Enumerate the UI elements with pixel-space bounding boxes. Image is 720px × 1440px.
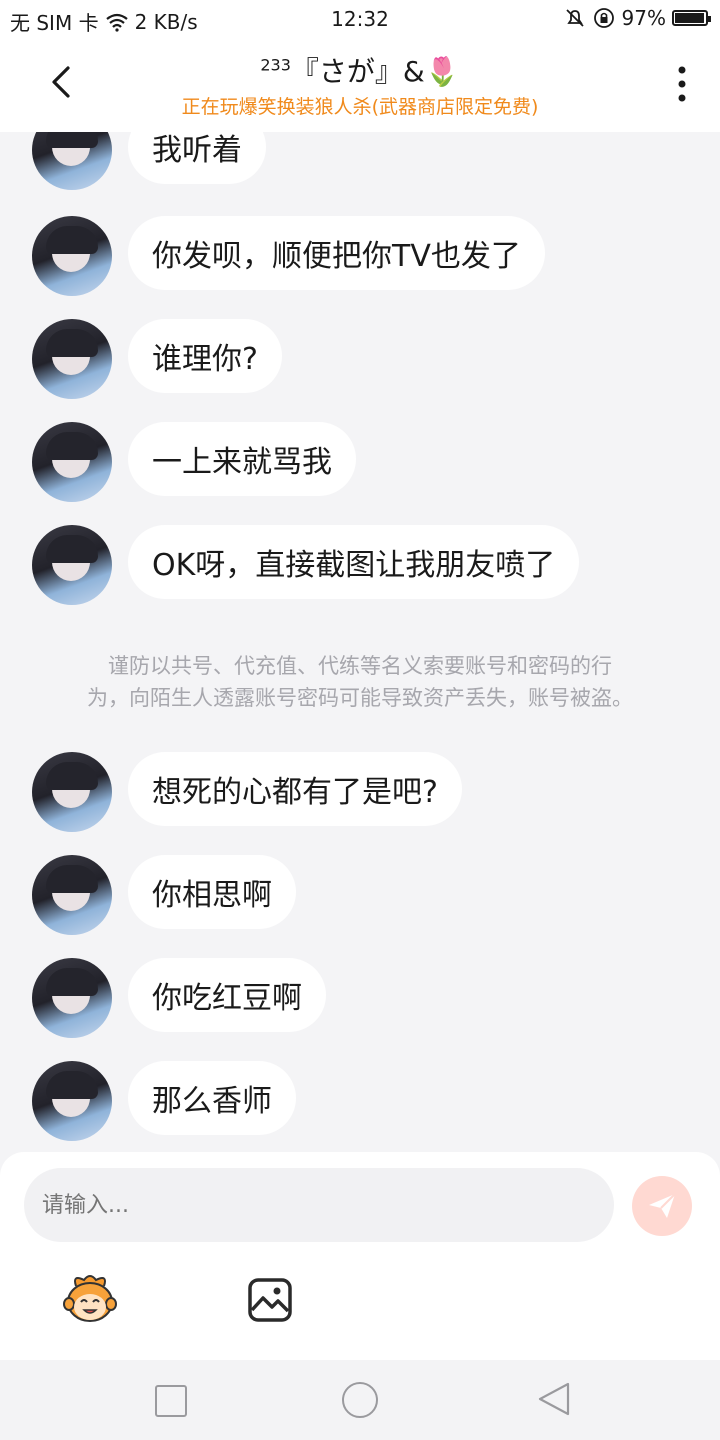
message-row: 想死的心都有了是吧?	[32, 752, 462, 832]
avatar[interactable]	[32, 1061, 112, 1141]
message-row: 我听着	[32, 132, 266, 190]
message-bubble[interactable]: 你相思啊	[128, 855, 296, 929]
avatar[interactable]	[32, 752, 112, 832]
avatar[interactable]	[32, 216, 112, 296]
notice-line: 为，向陌生人透露账号密码可能导致资产丢失，账号被盗。	[87, 686, 633, 710]
avatar[interactable]	[32, 132, 112, 190]
triangle-back-icon	[538, 1382, 570, 1416]
title-prefix: 233	[260, 55, 291, 75]
input-area	[0, 1152, 720, 1360]
emoji-button[interactable]	[62, 1272, 118, 1324]
nav-back-button[interactable]	[536, 1380, 572, 1418]
system-nav-bar	[0, 1360, 720, 1440]
recent-apps-button[interactable]	[155, 1385, 187, 1417]
more-vertical-icon	[678, 66, 686, 102]
send-icon	[649, 1193, 676, 1218]
status-right: 97%	[564, 6, 711, 30]
message-bubble[interactable]: OK呀，直接截图让我朋友喷了	[128, 525, 580, 599]
battery-icon	[672, 10, 711, 26]
send-button[interactable]	[632, 1176, 692, 1236]
message-row: 你相思啊	[32, 855, 296, 935]
avatar[interactable]	[32, 422, 112, 502]
rotation-lock-icon	[593, 8, 614, 28]
avatar[interactable]	[32, 319, 112, 399]
chat-subtitle: 正在玩爆笑换装狼人杀(武器商店限定免费)	[181, 96, 539, 118]
message-row: 你吃红豆啊	[32, 958, 326, 1038]
message-bubble[interactable]: 你吃红豆啊	[128, 958, 326, 1032]
chat-title: 233『さが』&🌷	[0, 50, 720, 90]
emoji-mascot-icon	[63, 1275, 117, 1322]
battery-percent: 97%	[621, 6, 666, 30]
avatar[interactable]	[32, 525, 112, 605]
security-notice: 谨防以共号、代充值、代练等名义索要账号和密码的行 为，向陌生人透露账号密码可能导…	[0, 650, 720, 714]
notice-line: 谨防以共号、代充值、代练等名义索要账号和密码的行	[108, 654, 612, 678]
message-row: 谁理你?	[32, 319, 282, 399]
home-button[interactable]	[342, 1382, 378, 1418]
avatar[interactable]	[32, 958, 112, 1038]
message-row: 一上来就骂我	[32, 422, 356, 502]
avatar[interactable]	[32, 855, 112, 935]
chat-area[interactable]: 我听着 你发呗，顺便把你TV也发了 谁理你? 一上来就骂我 OK呀，直接截图让我…	[0, 132, 720, 1152]
chat-header: 233『さが』&🌷 正在玩爆笑换装狼人杀(武器商店限定免费)	[0, 38, 720, 132]
message-bubble[interactable]: 一上来就骂我	[128, 422, 356, 496]
image-icon	[248, 1278, 292, 1322]
message-row: 那么香师	[32, 1061, 296, 1141]
image-button[interactable]	[246, 1276, 294, 1324]
message-bubble[interactable]: 那么香师	[128, 1061, 296, 1135]
message-row: 你发呗，顺便把你TV也发了	[32, 216, 545, 296]
message-bubble[interactable]: 想死的心都有了是吧?	[128, 752, 462, 826]
title-main: 『さが』&🌷	[290, 55, 460, 88]
more-button[interactable]	[670, 62, 694, 106]
message-row: OK呀，直接截图让我朋友喷了	[32, 525, 580, 605]
bell-muted-icon	[565, 9, 584, 27]
message-input[interactable]	[24, 1168, 614, 1242]
message-bubble[interactable]: 谁理你?	[128, 319, 282, 393]
message-bubble[interactable]: 我听着	[128, 132, 266, 184]
message-bubble[interactable]: 你发呗，顺便把你TV也发了	[128, 216, 545, 290]
status-bar: 无 SIM 卡 2 KB/s 12:32 97%	[0, 0, 720, 38]
